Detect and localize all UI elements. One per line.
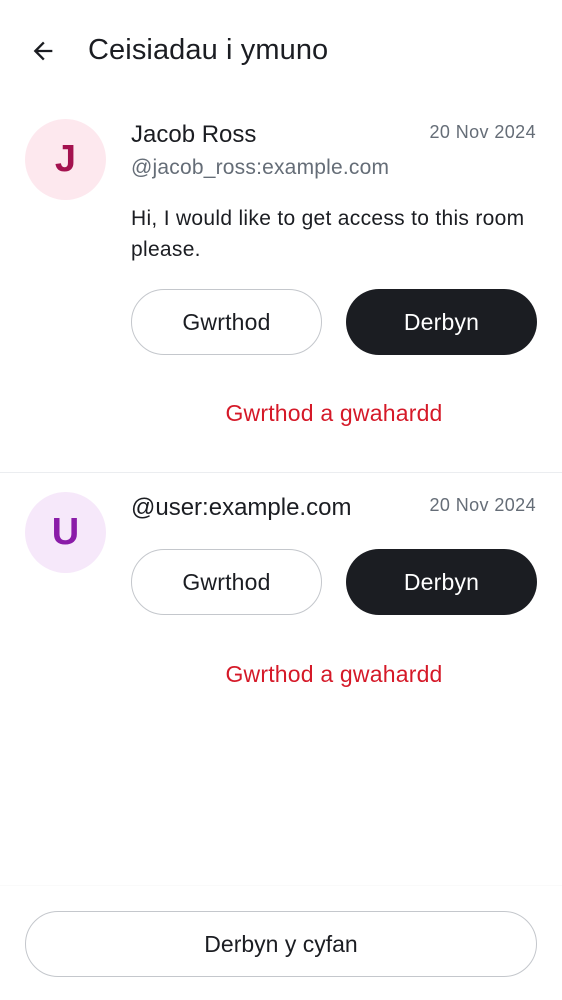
decline-button[interactable]: Gwrthod [131,289,322,355]
accept-all-button[interactable]: Derbyn y cyfan [25,911,537,977]
avatar-letter: U [51,511,80,553]
request-date: 20 Nov 2024 [429,495,536,515]
arrow-left-icon [33,41,53,61]
back-button[interactable] [22,30,64,72]
divider [0,472,562,473]
request-date: 20 Nov 2024 [429,122,536,142]
avatar-letter: J [54,138,77,180]
user-id: @jacob_ross:example.com [131,156,390,179]
decline-button[interactable]: Gwrthod [131,549,322,615]
user-display-name: Jacob Ross [131,121,257,148]
page-title: Ceisiadau i ymuno [88,34,329,66]
decline-and-ban-button[interactable]: Gwrthod a gwahardd [131,661,537,688]
accept-button[interactable]: Derbyn [346,549,537,615]
avatar: U [25,492,106,573]
avatar: J [25,119,106,200]
bottom-bar: Derbyn y cyfan [0,886,562,1000]
top-app-bar: Ceisiadau i ymuno [0,0,562,100]
join-requests-screen: Ceisiadau i ymuno J Jacob Ross 20 Nov 20… [0,0,562,1000]
request-message: Hi, I would like to get access to this r… [131,207,525,261]
accept-button[interactable]: Derbyn [346,289,537,355]
user-display-name: @user:example.com [131,494,352,521]
decline-and-ban-button[interactable]: Gwrthod a gwahardd [131,400,537,427]
